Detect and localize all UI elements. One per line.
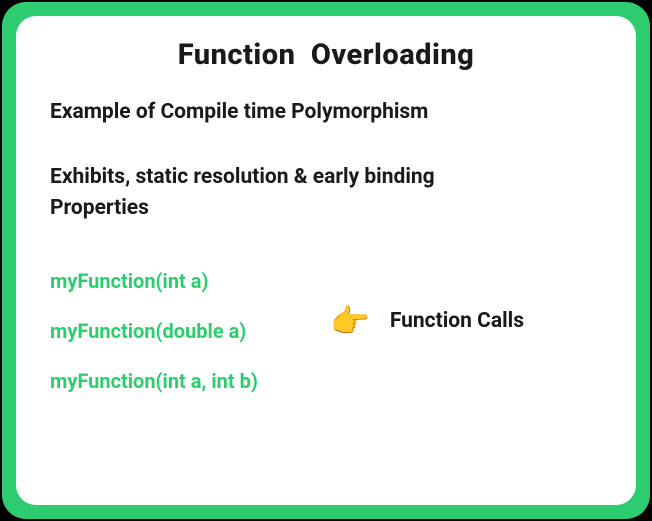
pointing-hand-icon: 👉	[330, 305, 370, 337]
description-polymorphism: Example of Compile time Polymorphism	[50, 98, 602, 126]
function-signature-3: myFunction(int a, int b)	[50, 369, 602, 393]
function-section: myFunction(int a) myFunction(double a) m…	[50, 269, 602, 393]
content-card: Function Overloading Example of Compile …	[16, 16, 636, 505]
description-properties: Exhibits, static resolution & early bind…	[50, 162, 602, 223]
outer-frame: Function Overloading Example of Compile …	[2, 2, 650, 519]
function-signature-1: myFunction(int a)	[50, 269, 602, 293]
page-title: Function Overloading	[90, 38, 562, 72]
description-line1: Exhibits, static resolution & early bind…	[50, 165, 435, 189]
description-line2: Properties	[50, 196, 149, 220]
pointer-group: 👉 Function Calls	[330, 305, 524, 337]
pointer-label: Function Calls	[390, 309, 524, 333]
